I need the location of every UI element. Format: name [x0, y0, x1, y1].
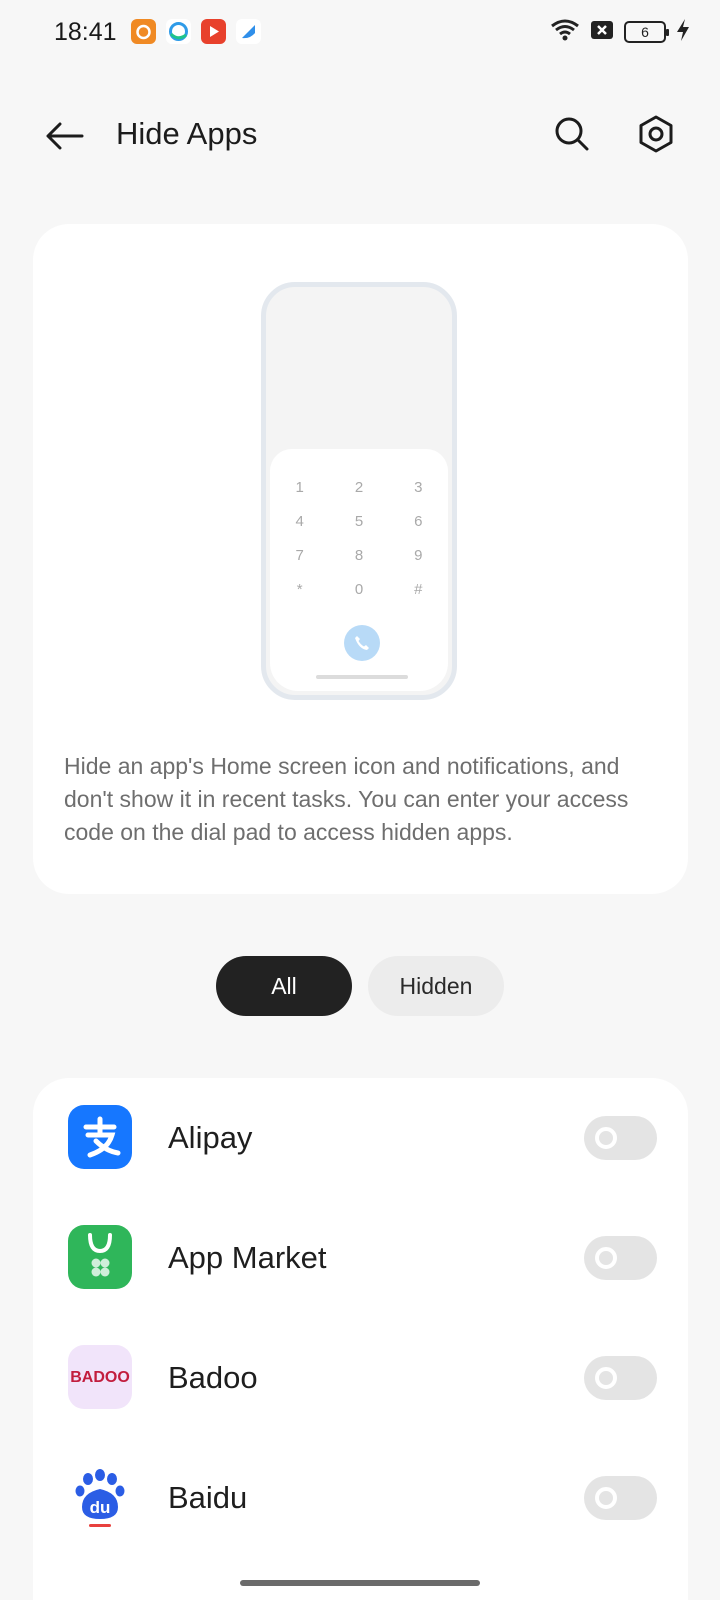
page-title: Hide Apps — [116, 116, 258, 151]
toggle-knob — [595, 1247, 617, 1269]
list-item[interactable]: Alipay — [33, 1078, 688, 1198]
toggle-knob — [595, 1367, 617, 1389]
charging-icon — [676, 18, 690, 47]
dial-key: 5 — [354, 513, 364, 530]
search-button[interactable] — [548, 110, 596, 158]
dial-key: 4 — [295, 513, 304, 530]
tab-hidden[interactable]: Hidden — [368, 956, 504, 1016]
info-card: 1 2 3 4 5 6 7 8 9 * 0 # Hide an app's Ho… — [33, 224, 688, 894]
badoo-icon: BADOO — [68, 1345, 132, 1409]
baidu-logo-text: du — [90, 1498, 111, 1517]
toggle-knob — [595, 1127, 617, 1149]
filter-tabs: All Hidden — [0, 956, 720, 1016]
illustration-home-indicator — [316, 675, 408, 679]
phone-call-icon — [344, 625, 380, 661]
search-icon — [555, 117, 589, 151]
back-arrow-icon — [46, 122, 84, 150]
home-indicator[interactable] — [240, 1580, 480, 1586]
battery-icon: 6 — [624, 21, 669, 43]
tab-all[interactable]: All — [216, 956, 352, 1016]
dialpad-illustration: 1 2 3 4 5 6 7 8 9 * 0 # — [270, 449, 448, 691]
hide-toggle-badoo[interactable] — [584, 1356, 657, 1400]
status-time: 18:41 — [54, 18, 117, 46]
dial-grid: 1 2 3 4 5 6 7 8 9 * 0 # — [270, 479, 448, 599]
dial-key: 1 — [295, 479, 304, 496]
app-list: Alipay App Market BADOO Badoo du Baidu — [33, 1078, 688, 1600]
dial-key: 6 — [414, 513, 423, 530]
info-description: Hide an app's Home screen icon and notif… — [64, 753, 629, 845]
app-name: Baidu — [168, 1480, 248, 1515]
app-market-icon — [68, 1225, 132, 1289]
alipay-icon — [68, 1105, 132, 1169]
system-icons: 6 — [550, 18, 690, 46]
dial-key: 3 — [414, 479, 423, 496]
hide-toggle-alipay[interactable] — [584, 1116, 657, 1160]
dial-key: 0 — [354, 581, 364, 598]
app-name: App Market — [168, 1240, 327, 1275]
back-button[interactable] — [40, 112, 88, 160]
phone-illustration: 1 2 3 4 5 6 7 8 9 * 0 # — [261, 282, 457, 700]
browser-notif-icon — [166, 19, 191, 44]
baidu-icon: du — [68, 1465, 132, 1529]
app-notif-blue-icon — [236, 19, 261, 44]
settings-button[interactable] — [632, 110, 680, 158]
dial-key: 7 — [295, 547, 304, 564]
dial-key: * — [296, 581, 303, 598]
list-item[interactable]: App Market — [33, 1198, 688, 1318]
hide-toggle-app-market[interactable] — [584, 1236, 657, 1280]
hide-toggle-baidu[interactable] — [584, 1476, 657, 1520]
video-notif-icon — [201, 19, 226, 44]
gear-icon — [639, 115, 673, 153]
dial-key: 2 — [354, 479, 364, 496]
app-name: Badoo — [168, 1360, 258, 1395]
dial-key: 8 — [354, 547, 364, 564]
no-signal-icon — [590, 19, 614, 46]
dial-key: 9 — [414, 547, 423, 564]
app-name: Alipay — [168, 1120, 253, 1155]
dial-key: # — [414, 581, 423, 598]
wifi-icon — [550, 18, 580, 47]
badoo-logo-text: BADOO — [70, 1369, 130, 1386]
list-item[interactable]: BADOO Badoo — [33, 1318, 688, 1438]
list-item[interactable]: du Baidu — [33, 1438, 688, 1558]
status-bar: 18:41 6 — [0, 0, 720, 64]
app-notif-orange-icon — [131, 19, 156, 44]
app-header: Hide Apps — [0, 88, 720, 180]
toggle-knob — [595, 1487, 617, 1509]
